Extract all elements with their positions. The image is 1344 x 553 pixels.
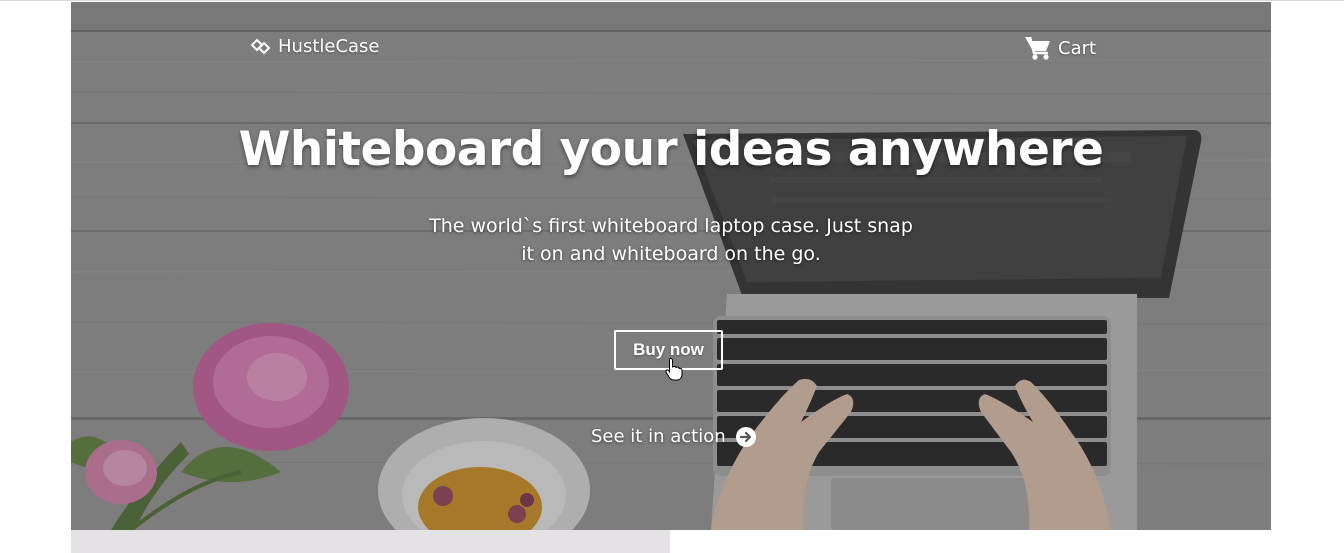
brand-name: HustleCase xyxy=(278,36,380,57)
page-top-border xyxy=(0,0,1344,1)
brand-link[interactable]: HustleCase xyxy=(250,36,380,57)
shopping-cart-icon xyxy=(1025,36,1050,60)
hero-subtitle: The world`s first whiteboard laptop case… xyxy=(429,215,913,265)
cart-label: Cart xyxy=(1058,37,1097,59)
cart-link[interactable]: Cart xyxy=(1024,35,1096,61)
see-it-in-action-label: See it in action xyxy=(591,426,726,447)
hero-section: HustleCase Cart Whiteboard your ideas an… xyxy=(71,2,1271,530)
arrow-right-circle-icon xyxy=(735,426,756,447)
see-it-in-action-link[interactable]: See it in action xyxy=(591,426,756,447)
next-section-preview xyxy=(71,530,670,553)
hero-headline: Whiteboard your ideas anywhere xyxy=(238,122,1104,177)
diamond-logo-icon xyxy=(250,38,271,54)
hand-pointer-icon xyxy=(665,357,683,381)
